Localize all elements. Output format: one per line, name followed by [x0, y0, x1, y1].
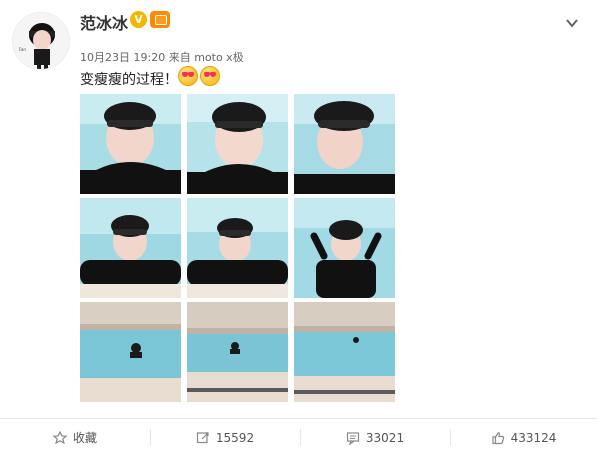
- star-icon: [52, 430, 67, 444]
- thumbs-up-icon: [491, 431, 504, 444]
- like-count: 433124: [510, 430, 557, 445]
- member-badge-icon: [150, 11, 170, 28]
- divider: [150, 429, 151, 446]
- photo-9[interactable]: [294, 302, 395, 402]
- divider: [300, 429, 301, 446]
- avatar-image: Fan: [13, 13, 69, 69]
- post-source: 来自 moto x极: [168, 51, 244, 64]
- post-timestamp[interactable]: 10月23日 19:20: [80, 51, 165, 64]
- heart-eyes-icon: [178, 66, 198, 86]
- repost-icon: [196, 431, 209, 443]
- photo-7[interactable]: [80, 302, 181, 402]
- photo-grid: [80, 94, 395, 402]
- photo-2[interactable]: [187, 94, 288, 194]
- favorite-button[interactable]: 收藏: [0, 419, 150, 455]
- comment-count: 33021: [365, 430, 405, 445]
- photo-8[interactable]: [187, 302, 288, 402]
- favorite-label: 收藏: [72, 431, 97, 445]
- post-text: 变瘦瘦的过程！: [80, 72, 178, 88]
- photo-4[interactable]: [80, 198, 181, 298]
- heart-eyes-icon: [200, 66, 220, 86]
- username[interactable]: 范冰冰: [80, 10, 128, 34]
- repost-button[interactable]: 15592: [150, 419, 300, 455]
- photo-3[interactable]: [294, 94, 395, 194]
- repost-count: 15592: [215, 430, 255, 445]
- comment-icon: [346, 431, 360, 445]
- verified-badge: V: [130, 11, 147, 28]
- photo-6[interactable]: [294, 198, 395, 298]
- avatar[interactable]: Fan: [12, 12, 70, 70]
- action-bar: 收藏 15592 33021 433124: [0, 418, 597, 455]
- weibo-post-card: Fan 范冰冰 V 10月23日 19:20 来自 moto x极 变瘦瘦的过程…: [0, 0, 597, 455]
- svg-text:Fan: Fan: [19, 47, 26, 52]
- comment-button[interactable]: 33021: [300, 419, 450, 455]
- photo-5[interactable]: [187, 198, 288, 298]
- divider: [450, 429, 451, 446]
- chevron-down-icon[interactable]: [565, 16, 579, 30]
- photo-1[interactable]: [80, 94, 181, 194]
- like-button[interactable]: 433124: [450, 419, 597, 455]
- post-meta: 10月23日 19:20 来自 moto x极: [80, 49, 244, 65]
